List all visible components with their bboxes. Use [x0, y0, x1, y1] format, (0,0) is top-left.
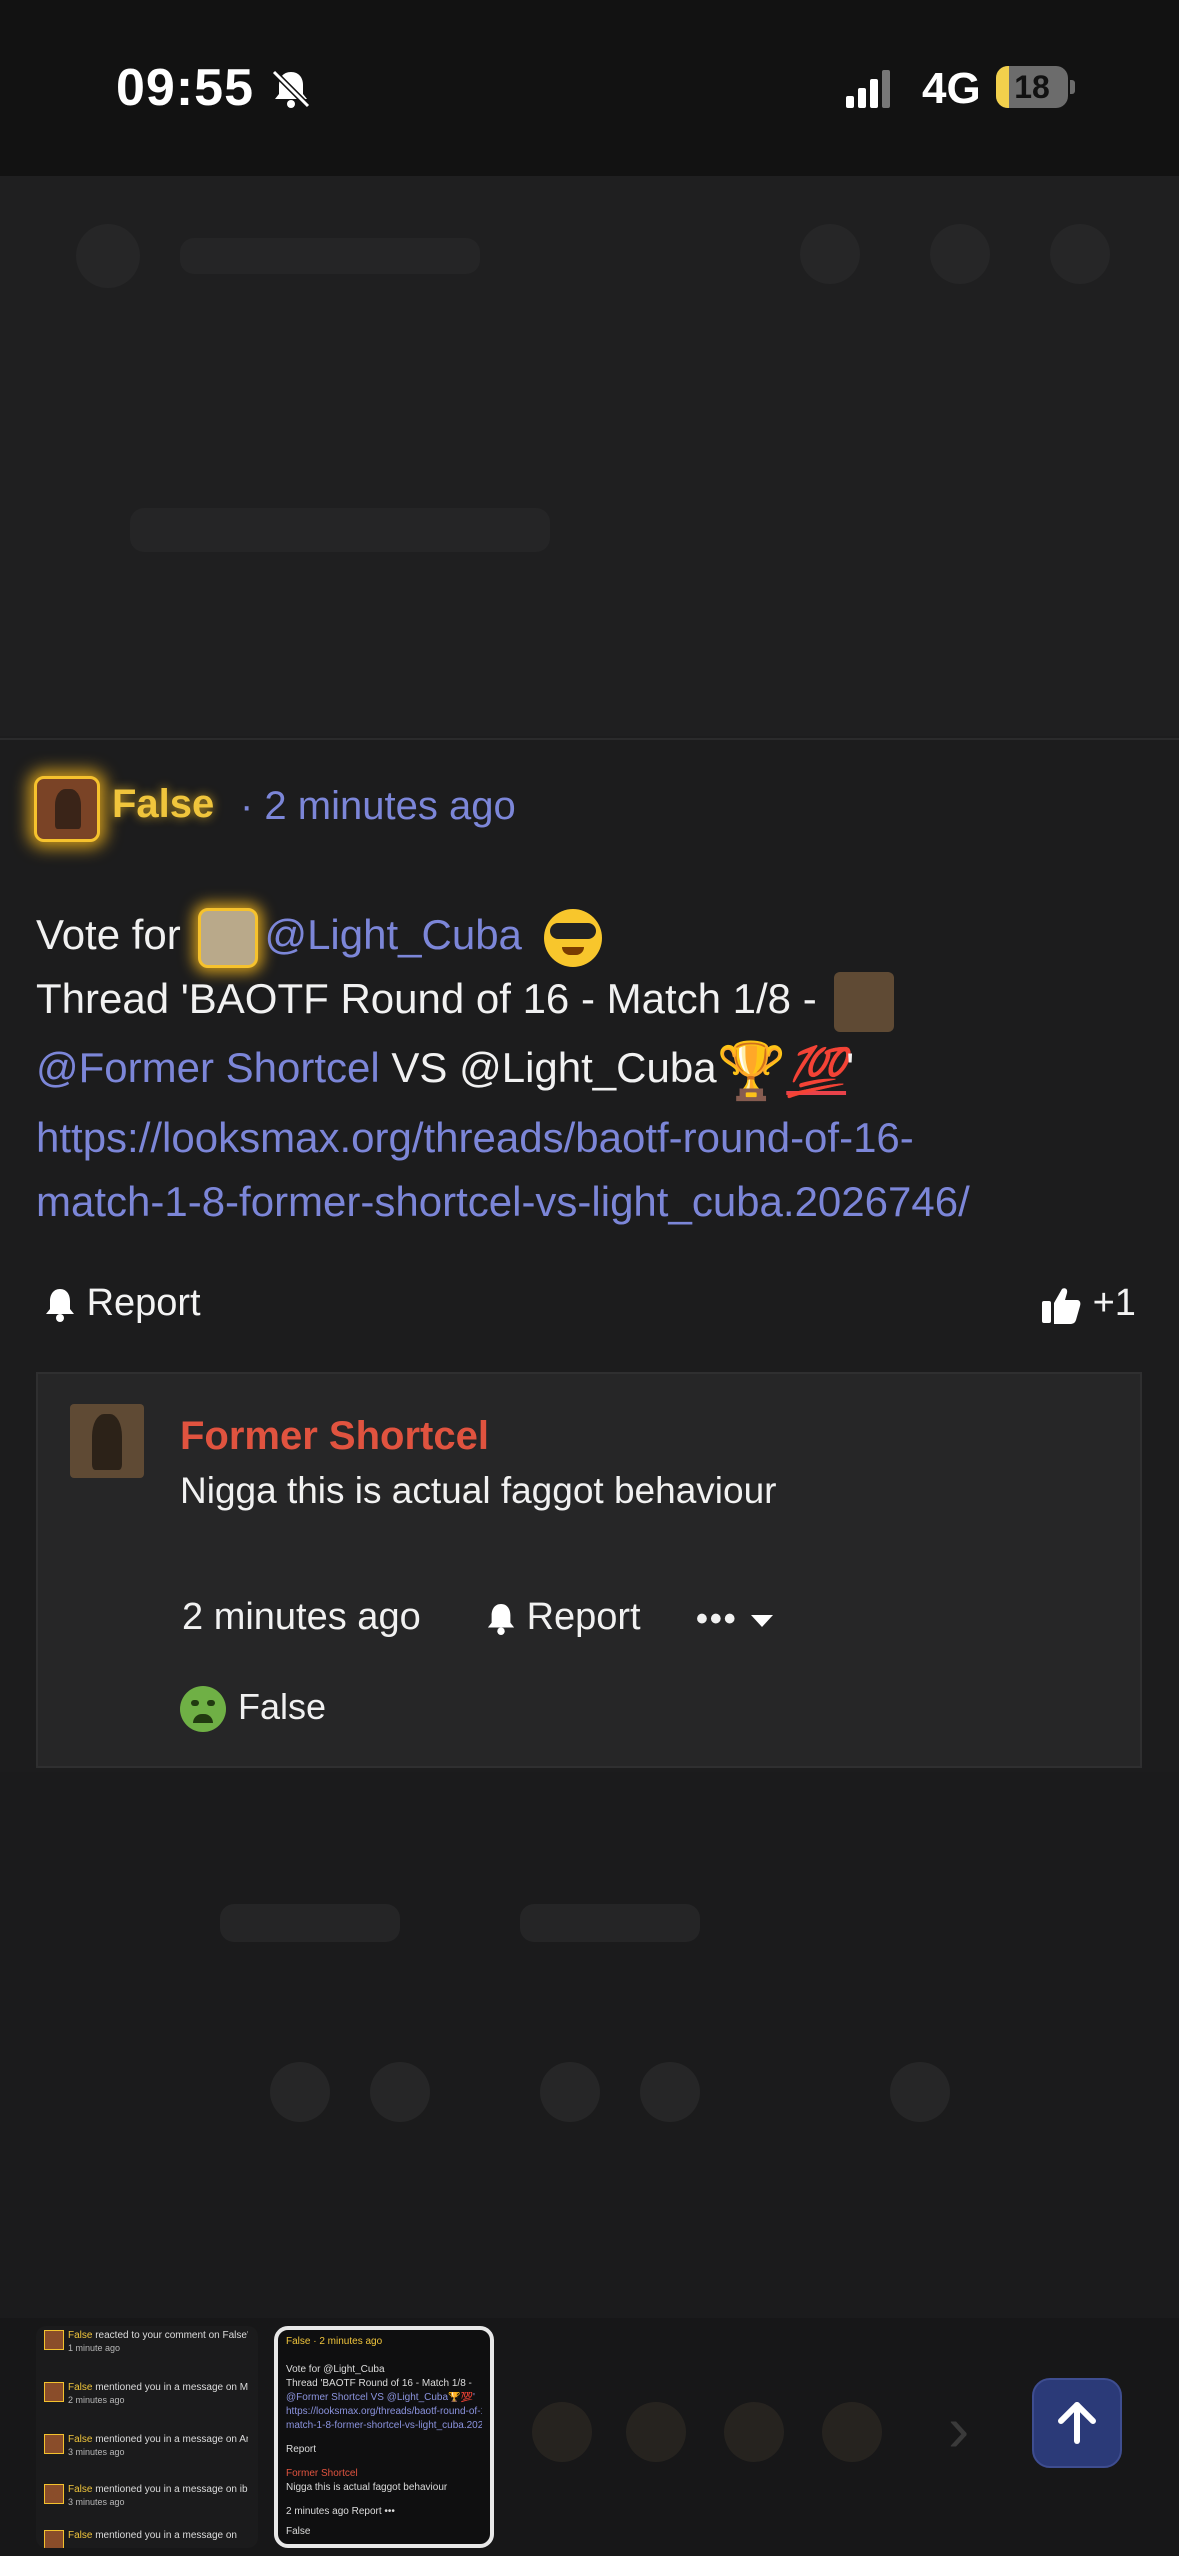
- comment-text: Nigga this is actual faggot behaviour: [180, 1470, 777, 1511]
- dimmed-text: [180, 238, 480, 274]
- thumb-line: False · 2 minutes ago: [286, 2336, 383, 2347]
- faded-emoji-icon: [724, 2402, 784, 2462]
- thumb-line: Thread 'BAOTF Round of 16 - Match 1/8 -: [286, 2378, 472, 2389]
- chevron-right-icon: ›: [948, 2393, 970, 2465]
- nauseated-emoji-icon: [180, 1686, 226, 1733]
- thumb-line: Nigga this is actual faggot behaviour: [286, 2482, 448, 2493]
- hundred-emoji-icon: 💯: [786, 1045, 847, 1099]
- comment-more-menu[interactable]: •••: [696, 1600, 775, 1639]
- dimmed-text: [130, 508, 550, 552]
- dimmed-text: [220, 1904, 400, 1942]
- bell-icon: [487, 1603, 515, 1635]
- dimmed-icon: [930, 224, 990, 284]
- post-author-name[interactable]: False: [112, 782, 214, 827]
- thumb-line: Report: [286, 2444, 317, 2455]
- scroll-to-top-button[interactable]: [1032, 2378, 1122, 2468]
- reaction-user: False: [238, 1686, 327, 1727]
- mention-former-shortcel[interactable]: @Former Shortcel: [36, 1044, 380, 1091]
- post-timestamp[interactable]: · 2 minutes ago: [240, 784, 516, 829]
- battery-percent: 18: [1014, 69, 1050, 105]
- signal-icon: [846, 70, 890, 108]
- like-count: +1: [1092, 1282, 1136, 1324]
- thread-link-line[interactable]: match-1-8-former-shortcel-vs-light_cuba.…: [36, 1170, 1146, 1234]
- mention-avatar: [834, 972, 895, 1032]
- dimmed-icon: [890, 2062, 950, 2122]
- mention-light-cuba[interactable]: @Light_Cuba: [264, 911, 521, 958]
- faded-emoji-icon: [822, 2402, 882, 2462]
- dimmed-icon: [270, 2062, 330, 2122]
- dimmed-background-top: [0, 176, 1179, 736]
- comment-reaction[interactable]: False: [180, 1686, 327, 1733]
- comment-timestamp[interactable]: 2 minutes ago: [182, 1596, 421, 1639]
- thumb-line: False: [286, 2526, 311, 2537]
- thumb-line: match-1-8-former-shortcel-vs-light_cuba.…: [286, 2420, 482, 2431]
- dimmed-avatar: [76, 224, 140, 288]
- dimmed-icon: [640, 2062, 700, 2122]
- report-label: Report: [526, 1596, 641, 1638]
- post-report-button[interactable]: Report: [44, 1282, 201, 1325]
- thread-link-line[interactable]: https://looksmax.org/threads/baotf-round…: [36, 1106, 1146, 1170]
- dimmed-text: [520, 1904, 700, 1942]
- faded-emoji-icon: [532, 2402, 592, 2462]
- battery-icon: 18: [996, 66, 1076, 108]
- thumb-line: Former Shortcel: [286, 2468, 358, 2479]
- dimmed-icon: [1050, 224, 1110, 284]
- faded-emoji-icon: [626, 2402, 686, 2462]
- dimmed-icon: [370, 2062, 430, 2122]
- thumbnail-current-page[interactable]: False · 2 minutes ago Vote for @Light_Cu…: [274, 2326, 494, 2548]
- comment: Former Shortcel Nigga this is actual fag…: [36, 1372, 1142, 1768]
- bell-icon: [46, 1288, 74, 1322]
- caret-down-icon: [751, 1615, 774, 1628]
- thumb-line: @Former Shortcel VS @Light_Cuba🏆💯': [286, 2392, 475, 2403]
- bell-off-icon: [271, 69, 311, 109]
- post-line-3: @Former Shortcel VS @Light_Cuba🏆💯': [36, 1038, 854, 1104]
- network-label: 4G: [922, 64, 981, 113]
- more-dots: •••: [696, 1600, 738, 1638]
- thread-link[interactable]: https://looksmax.org/threads/baotf-round…: [36, 1106, 1146, 1234]
- post-text: ': [846, 1044, 855, 1092]
- dimmed-background-bottom: [0, 1772, 1179, 2318]
- thumbs-up-icon: [1042, 1288, 1081, 1324]
- post-author-avatar[interactable]: [34, 776, 100, 842]
- trophy-emoji-icon: 🏆: [716, 1039, 787, 1102]
- sunglasses-emoji-icon: [543, 909, 602, 967]
- thumb-line: Vote for @Light_Cuba: [286, 2364, 385, 2375]
- post-text: VS @Light_Cuba: [391, 1044, 717, 1092]
- post-text: Vote for: [36, 911, 181, 959]
- mention-avatar: [198, 908, 259, 968]
- dimmed-icon: [540, 2062, 600, 2122]
- thumb-line: 2 minutes ago Report •••: [286, 2506, 395, 2517]
- comment-author-name[interactable]: Former Shortcel: [180, 1414, 489, 1459]
- status-bar: 09:55 4G 18: [0, 0, 1179, 176]
- dimmed-icon: [800, 224, 860, 284]
- thumbnail-notifications[interactable]: False reacted to your comment on False's…: [36, 2326, 258, 2548]
- thumb-line: https://looksmax.org/threads/baotf-round…: [286, 2406, 482, 2417]
- post-line-2: Thread 'BAOTF Round of 16 - Match 1/8 -: [36, 972, 900, 1032]
- post-line-1: Vote for @Light_Cuba: [36, 908, 602, 968]
- comment-report-button[interactable]: Report: [486, 1596, 641, 1639]
- comment-author-avatar[interactable]: [70, 1404, 144, 1478]
- post-text: Thread 'BAOTF Round of 16 - Match 1/8 -: [36, 975, 817, 1023]
- arrow-up-icon: [1058, 2402, 1096, 2444]
- like-button[interactable]: +1: [1040, 1282, 1136, 1325]
- status-time: 09:55: [116, 59, 254, 117]
- report-label: Report: [86, 1282, 201, 1324]
